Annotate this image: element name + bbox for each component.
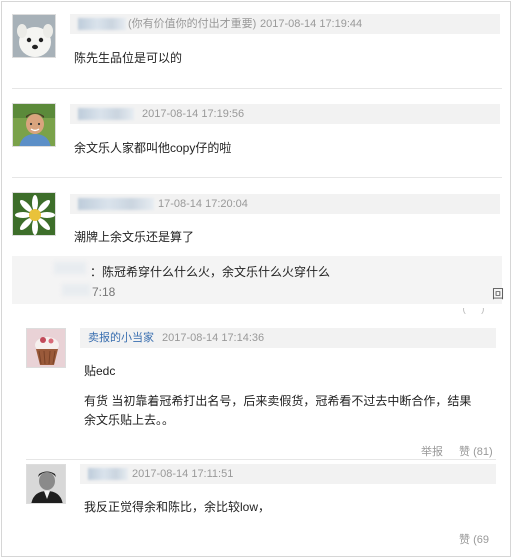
like-label: 赞 <box>459 446 470 458</box>
comment-time: 2017-08-14 17:19:44 <box>260 18 363 30</box>
bw-portrait-avatar[interactable] <box>26 464 66 504</box>
divider <box>26 459 496 460</box>
dog-avatar[interactable] <box>12 14 56 58</box>
reply-time: 2017-08-14 17:11:51 <box>132 468 234 480</box>
comment-meta: 2017-08-14 17:19:56 <box>70 104 500 124</box>
cut-off-row: ▔ ▔▔ ▔ <box>84 308 121 314</box>
reply-body: 我反正觉得余和陈比，余比较low， <box>84 500 271 514</box>
redacted-user <box>54 262 86 274</box>
like-button[interactable]: 赞 (69 <box>459 531 489 547</box>
cupcake-avatar[interactable] <box>26 328 66 368</box>
comment-time: 2017-08-14 17:19:56 <box>142 108 245 120</box>
redacted-time <box>62 284 90 296</box>
reply-time: 7:18 <box>92 285 116 299</box>
reply-body: 有货 当初靠着冠希打出名号，后来卖假货，冠希看不过去中断合作，结果余文乐贴上去。… <box>84 394 472 427</box>
quoted-reply: ：陈冠希穿什么什么火，余文乐什么火穿什么 7:18 回 <box>12 256 504 304</box>
reply-icon[interactable]: 回 <box>492 285 504 302</box>
reply-meta: 卖报的小当家 2017-08-14 17:14:36 <box>80 328 496 348</box>
comment-body: 陈先生品位是可以的 <box>74 51 183 65</box>
like-label: 赞 <box>459 534 470 546</box>
like-count: (81) <box>473 446 493 458</box>
user-name-suffix[interactable]: (你有价值你的付出才重要) <box>128 14 256 34</box>
comment-time: 17-08-14 17:20:04 <box>158 198 248 210</box>
reply-body: ：陈冠希穿什么什么火，余文乐什么火穿什么 <box>90 265 331 279</box>
comment-meta: 17-08-14 17:20:04 <box>70 194 500 214</box>
like-button[interactable]: 赞 (81) <box>459 443 493 459</box>
user-name[interactable]: 卖报的小当家 <box>88 328 154 348</box>
reply-time: 2017-08-14 17:14:36 <box>162 332 265 344</box>
comment-body: 潮牌上余文乐还是算了 <box>74 230 195 244</box>
divider <box>12 177 502 178</box>
cut-off-row: ▔ (▔▔) <box>452 308 485 314</box>
divider <box>12 88 502 89</box>
comment-body: 余文乐人家都叫他copy仔的啦 <box>74 141 232 155</box>
comment-meta: (你有价值你的付出才重要) 2017-08-14 17:19:44 <box>70 14 500 34</box>
reply-meta: 2017-08-14 17:11:51 <box>80 464 496 484</box>
man-avatar[interactable] <box>12 103 56 147</box>
daisy-avatar[interactable] <box>12 192 56 236</box>
reply-line: 贴edc <box>84 364 116 378</box>
like-count: (69 <box>473 534 489 546</box>
report-button[interactable]: 举报 <box>421 443 443 459</box>
